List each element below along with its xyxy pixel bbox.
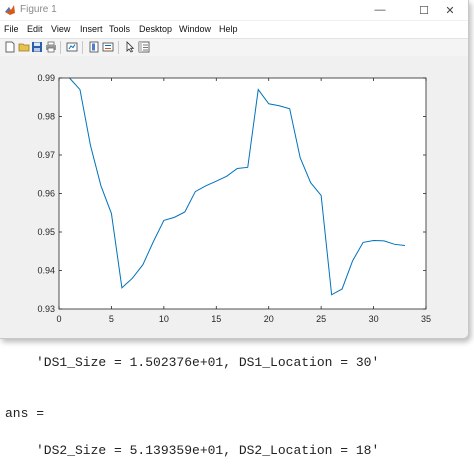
close-button[interactable]: ✕ (432, 0, 468, 20)
x-tick-label: 30 (369, 314, 379, 324)
close-icon: ✕ (445, 4, 455, 17)
menu-window[interactable]: Window (179, 24, 211, 34)
x-tick-label: 35 (421, 314, 431, 324)
menu-help[interactable]: Help (219, 24, 238, 34)
y-tick-label: 0.98 (37, 112, 55, 122)
line-plot[interactable]: 0 5 10 15 20 25 30 35 0.93 0.94 0.95 0.96 0.97 0.98 0.… (0, 56, 468, 338)
figure-toolbar (0, 38, 468, 57)
axes-background (59, 78, 426, 309)
window-title: Figure 1 (20, 4, 57, 15)
y-tick-label: 0.99 (37, 73, 55, 83)
title-bar[interactable]: Figure 1 — ☐ ✕ (0, 0, 468, 20)
insert-legend-icon[interactable] (102, 41, 114, 53)
console-output-line: 'DS2_Size = 5.139359e+01, DS2_Location =… (36, 443, 380, 458)
insert-colorbar-icon[interactable] (88, 41, 100, 53)
new-figure-icon[interactable] (4, 41, 16, 53)
toolbar-separator (60, 41, 61, 54)
x-tick-label: 10 (159, 314, 169, 324)
menu-file[interactable]: File (4, 24, 19, 34)
print-icon[interactable] (45, 41, 57, 53)
x-tick-label: 20 (264, 314, 274, 324)
menu-bar: File Edit View Insert Tools Desktop Wind… (0, 21, 468, 38)
toolbar-separator (118, 41, 119, 54)
y-tick-label: 0.97 (37, 150, 55, 160)
x-tick-label: 0 (56, 314, 61, 324)
x-tick-label: 5 (109, 314, 114, 324)
console-output-line: 'DS1_Size = 1.502376e+01, DS1_Location =… (36, 355, 380, 370)
toolbar-separator (82, 41, 83, 54)
minimize-icon: — (374, 4, 386, 16)
console-ans-label: ans = (5, 406, 45, 421)
menu-edit[interactable]: Edit (27, 24, 43, 34)
matlab-logo-icon (5, 5, 15, 15)
x-tick-label: 25 (316, 314, 326, 324)
y-tick-label: 0.93 (37, 304, 55, 314)
figure-canvas[interactable]: 0 5 10 15 20 25 30 35 0.93 0.94 0.95 0.96 0.97 0.98 0.… (0, 56, 468, 338)
y-tick-label: 0.94 (37, 266, 55, 276)
menu-desktop[interactable]: Desktop (139, 24, 172, 34)
menu-view[interactable]: View (51, 24, 70, 34)
x-tick-label: 15 (211, 314, 221, 324)
open-file-icon[interactable] (18, 41, 30, 53)
menu-insert[interactable]: Insert (80, 24, 103, 34)
menu-tools[interactable]: Tools (109, 24, 130, 34)
maximize-icon: ☐ (419, 4, 429, 17)
save-icon[interactable] (31, 41, 43, 53)
figure-window[interactable]: Figure 1 — ☐ ✕ File Edit View Insert Too… (0, 0, 469, 339)
minimize-button[interactable]: — (362, 0, 398, 20)
link-plot-icon[interactable] (66, 41, 78, 53)
y-tick-label: 0.95 (37, 227, 55, 237)
property-inspector-icon[interactable] (138, 41, 150, 53)
pointer-icon[interactable] (124, 41, 136, 53)
y-tick-label: 0.96 (37, 189, 55, 199)
